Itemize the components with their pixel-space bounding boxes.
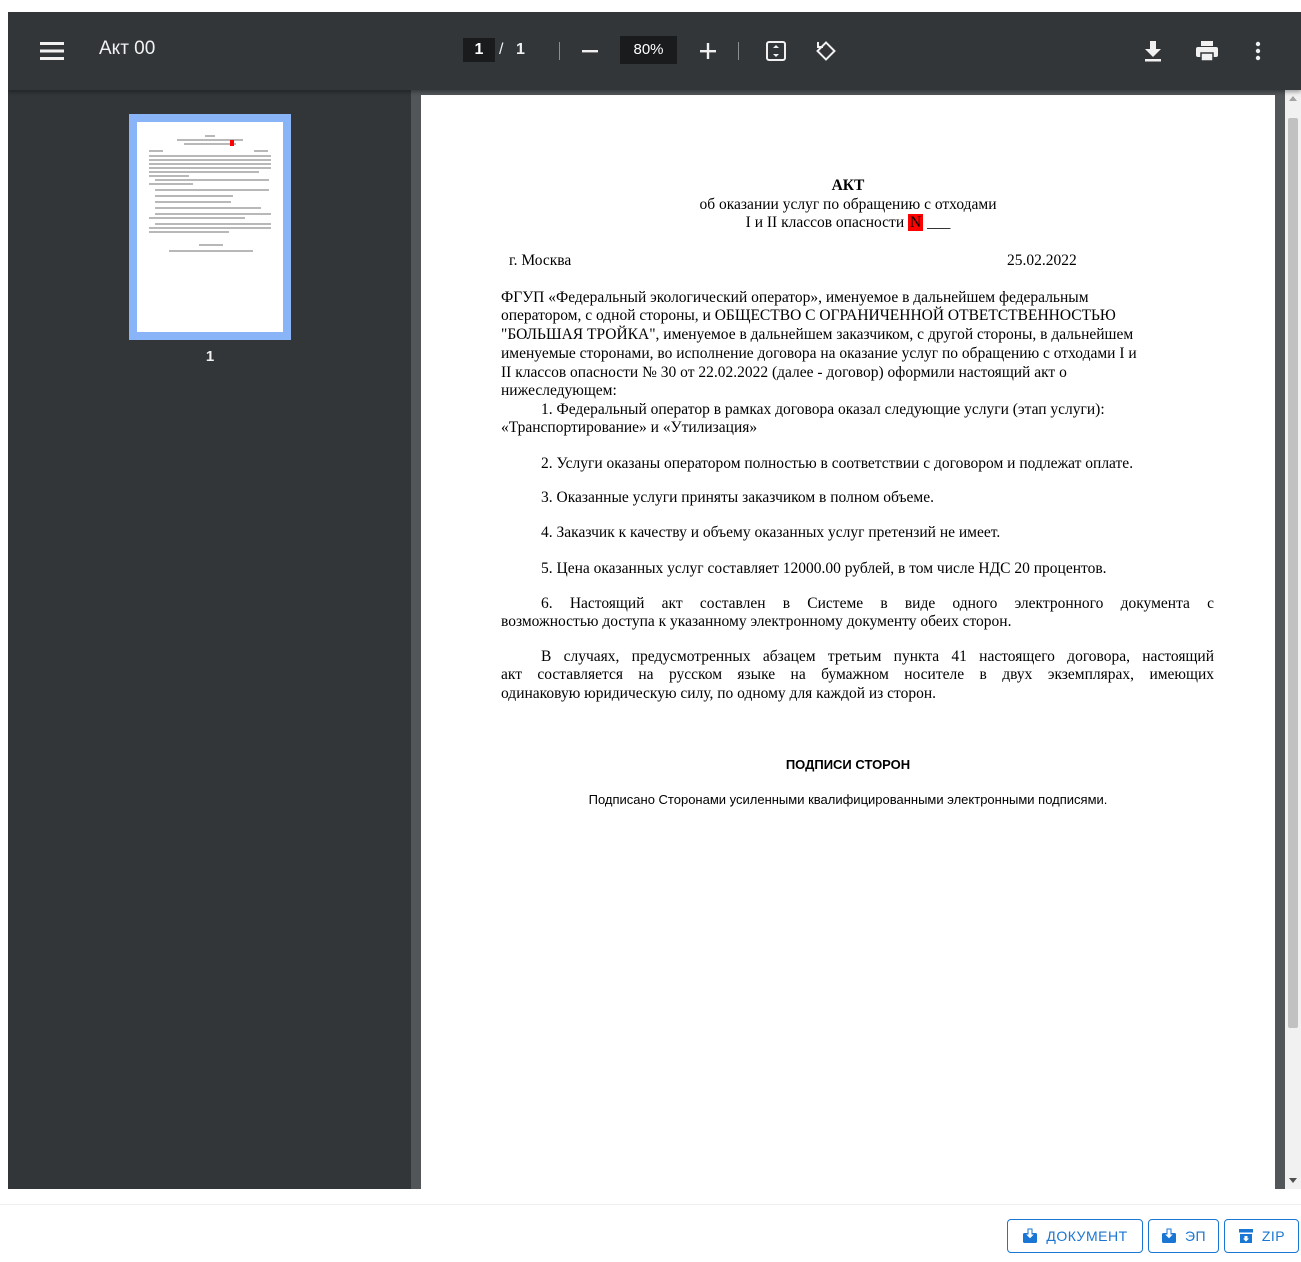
thumbnail-line	[149, 163, 271, 165]
print-icon	[1196, 41, 1218, 62]
fit-page-icon	[766, 41, 786, 61]
thumbnail-line	[184, 143, 236, 145]
thumbnail-line	[149, 227, 271, 229]
document-page: АКТ об оказании услуг по обращению с отх…	[421, 95, 1275, 1189]
intro-line: "БОЛЬШАЯ ТРОЙКА", именуемое в дальнейшем…	[501, 326, 1134, 343]
intro-line: ФГУП «Федеральный экологический оператор…	[501, 289, 1089, 306]
intro-line: именуемые сторонами, во исполнение догов…	[501, 345, 1137, 362]
scroll-up-arrow[interactable]	[1289, 96, 1297, 101]
item-6: 6. Настоящий акт составлен в Системе в в…	[541, 595, 1214, 612]
toolbar-divider	[559, 42, 560, 60]
thumbnail-line	[149, 183, 193, 185]
item-1-continued: «Транспортирование» и «Утилизация»	[501, 419, 758, 436]
download-document-button[interactable]: ДОКУМЕНТ	[1007, 1219, 1143, 1253]
more-vert-icon	[1255, 41, 1261, 61]
thumbnail-line	[149, 171, 259, 173]
download-signature-button[interactable]: ЭП	[1148, 1219, 1219, 1253]
thumbnail-red-mark	[230, 140, 234, 146]
rotate-icon	[816, 41, 836, 61]
thumbnail-line	[149, 150, 163, 152]
number-mark: N	[907, 214, 924, 231]
thumbnail-line	[155, 189, 269, 191]
item-6-continued: возможностью доступа к указанному электр…	[501, 613, 1012, 630]
print-button[interactable]	[1193, 37, 1221, 65]
act-title: АКТ	[831, 177, 865, 194]
download-actions-bar: ДОКУМЕНТ ЭП ZIP	[0, 1204, 1301, 1262]
thumbnail-line	[155, 201, 231, 203]
paragraph-line: акт составляется на русском языке на бум…	[501, 666, 1214, 683]
intro-line: II классов опасности № 30 от 22.02.2022 …	[501, 364, 1067, 381]
item-3: 3. Оказанные услуги приняты заказчиком в…	[541, 489, 934, 506]
more-options-button[interactable]	[1248, 37, 1268, 65]
page-thumbnail[interactable]	[129, 114, 291, 340]
rotate-button[interactable]	[813, 38, 839, 64]
plus-icon	[700, 43, 716, 59]
intro-line: нижеследующем:	[501, 382, 617, 399]
minus-icon	[582, 50, 598, 53]
item-1: 1. Федеральный оператор в рамках договор…	[541, 401, 1105, 418]
thumbnail-line	[149, 167, 271, 169]
download-zip-label: ZIP	[1261, 1228, 1286, 1244]
thumbnail-line	[155, 223, 271, 225]
thumbnail-line	[169, 250, 253, 252]
page-total: 1	[516, 41, 525, 58]
thumbnail-line	[149, 155, 271, 157]
thumbnail-line	[205, 135, 215, 137]
archive-icon	[1238, 1229, 1253, 1243]
toolbar-divider	[738, 42, 739, 60]
fit-to-page-button[interactable]	[763, 38, 789, 64]
thumbnail-line	[199, 244, 223, 246]
hazard-class-text: I и II классов опасности	[745, 214, 905, 231]
download-icon	[1023, 1228, 1038, 1243]
scroll-down-arrow[interactable]	[1289, 1178, 1297, 1183]
thumbnail-sidebar: 1	[8, 90, 411, 1189]
pdf-viewer: Акт 00 1 / 1 80% 1 АКТ об оказании услуг…	[8, 12, 1301, 1189]
thumbnail-line	[149, 217, 245, 219]
download-zip-button[interactable]: ZIP	[1224, 1219, 1299, 1253]
act-subtitle-line2: I и II классов опасности N ___	[421, 214, 1275, 232]
zoom-in-button[interactable]	[696, 38, 720, 64]
thumbnail-line	[155, 207, 261, 209]
menu-icon	[40, 42, 64, 60]
thumbnail-line	[149, 175, 189, 177]
paragraph-line: В случаях, предусмотренных абзацем треть…	[541, 648, 1214, 665]
thumbnail-line	[155, 213, 271, 215]
thumbnail-line	[254, 150, 268, 152]
thumbnail-line	[149, 159, 271, 161]
download-document-label: ДОКУМЕНТ	[1046, 1228, 1128, 1244]
document-title: Акт 00	[99, 38, 156, 59]
pdf-toolbar: Акт 00 1 / 1 80%	[8, 12, 1301, 90]
signatures-text: Подписано Сторонами усиленными квалифици…	[588, 792, 1108, 807]
menu-button[interactable]	[38, 37, 66, 65]
zoom-out-button[interactable]	[578, 38, 602, 64]
download-signature-label: ЭП	[1184, 1228, 1207, 1244]
intro-line: оператором, с одной стороны, и ОБЩЕСТВО …	[501, 307, 1116, 324]
city: г. Москва	[509, 252, 572, 269]
zoom-input[interactable]: 80%	[620, 36, 677, 64]
scroll-thumb[interactable]	[1288, 118, 1298, 1028]
thumbnail-line	[155, 195, 233, 197]
act-subtitle: об оказании услуг по обращению с отходам…	[699, 196, 997, 213]
download-button[interactable]	[1140, 37, 1166, 65]
thumbnail-line	[155, 179, 269, 181]
thumbnail-page-number: 1	[205, 348, 215, 365]
download-icon	[1161, 1228, 1176, 1243]
number-blank: ___	[927, 214, 951, 231]
item-5: 5. Цена оказанных услуг составляет 12000…	[541, 560, 1107, 577]
paragraph-line: одинаковую юридическую силу, по одному д…	[501, 685, 937, 702]
download-icon	[1145, 41, 1161, 62]
signatures-title: ПОДПИСИ СТОРОН	[785, 757, 911, 772]
item-4: 4. Заказчик к качеству и объему оказанны…	[541, 524, 1001, 541]
thumbnail-preview	[137, 122, 283, 332]
vertical-scrollbar[interactable]	[1285, 90, 1301, 1189]
act-date: 25.02.2022	[1007, 252, 1077, 269]
page-number-input[interactable]: 1	[463, 38, 495, 62]
thumbnail-line	[149, 231, 229, 233]
page-separator: /	[499, 41, 504, 58]
item-2: 2. Услуги оказаны оператором полностью в…	[541, 455, 1134, 472]
